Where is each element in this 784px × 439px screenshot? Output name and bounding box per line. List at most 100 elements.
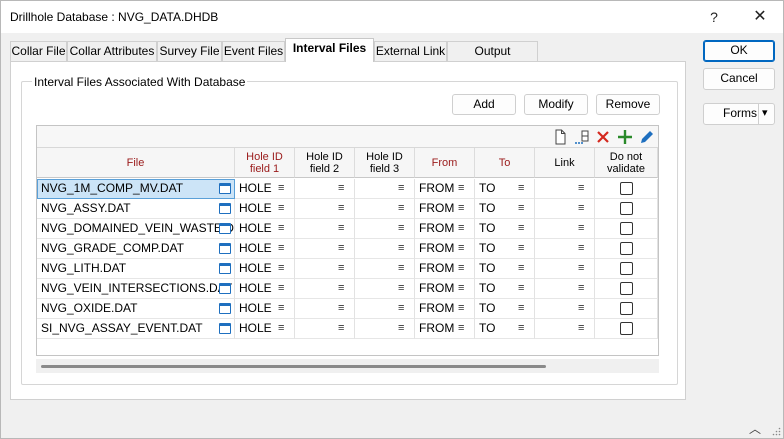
column-header-hole-id-3[interactable]: Hole ID field 3 [355, 148, 415, 178]
delete-icon[interactable] [594, 128, 612, 146]
field-menu-icon[interactable]: ≡ [518, 239, 524, 258]
hole-id-2-cell[interactable]: ≡ [295, 299, 355, 319]
tab-external-link[interactable]: External Link [374, 41, 447, 62]
hole-id-1-cell[interactable]: HOLE ≡ [235, 239, 295, 259]
table-row[interactable]: NVG_OXIDE.DAT HOLE ≡ ≡ ≡ FROM ≡ TO ≡ ≡ [37, 299, 658, 319]
field-menu-icon[interactable]: ≡ [338, 299, 344, 318]
hole-id-3-cell[interactable]: ≡ [355, 259, 415, 279]
from-cell[interactable]: FROM ≡ [415, 319, 475, 339]
field-menu-icon[interactable]: ≡ [398, 279, 404, 298]
from-cell[interactable]: FROM ≡ [415, 219, 475, 239]
hole-id-2-cell[interactable]: ≡ [295, 259, 355, 279]
field-menu-icon[interactable]: ≡ [338, 259, 344, 278]
table-row[interactable]: NVG_LITH.DAT HOLE ≡ ≡ ≡ FROM ≡ TO ≡ ≡ [37, 259, 658, 279]
field-menu-icon[interactable]: ≡ [398, 299, 404, 318]
browse-file-icon[interactable] [219, 283, 231, 294]
from-cell[interactable]: FROM ≡ [415, 299, 475, 319]
to-cell[interactable]: TO ≡ [475, 299, 535, 319]
hole-id-2-cell[interactable]: ≡ [295, 219, 355, 239]
link-cell[interactable]: ≡ [535, 179, 595, 199]
hole-id-1-cell[interactable]: HOLE ≡ [235, 279, 295, 299]
hole-id-1-cell[interactable]: HOLE ≡ [235, 299, 295, 319]
field-menu-icon[interactable]: ≡ [458, 179, 464, 198]
hole-id-3-cell[interactable]: ≡ [355, 219, 415, 239]
field-menu-icon[interactable]: ≡ [578, 219, 584, 238]
hole-id-1-cell[interactable]: HOLE ≡ [235, 179, 295, 199]
table-row[interactable]: NVG_VEIN_INTERSECTIONS.DAT HOLE ≡ ≡ ≡ FROM ≡ TO… [37, 279, 658, 299]
ok-button[interactable]: OK [703, 40, 775, 62]
to-cell[interactable]: TO ≡ [475, 179, 535, 199]
to-cell[interactable]: TO ≡ [475, 319, 535, 339]
browse-file-icon[interactable] [219, 183, 231, 194]
hole-id-1-cell[interactable]: HOLE ≡ [235, 319, 295, 339]
column-header-file[interactable]: File [37, 148, 235, 178]
field-menu-icon[interactable]: ≡ [518, 299, 524, 318]
link-cell[interactable]: ≡ [535, 219, 595, 239]
field-menu-icon[interactable]: ≡ [278, 179, 284, 198]
from-cell[interactable]: FROM ≡ [415, 259, 475, 279]
field-menu-icon[interactable]: ≡ [578, 179, 584, 198]
do-not-validate-cell[interactable] [595, 239, 658, 259]
forms-button[interactable]: Forms ▾ [703, 103, 775, 125]
hole-id-3-cell[interactable]: ≡ [355, 319, 415, 339]
field-menu-icon[interactable]: ≡ [458, 199, 464, 218]
field-menu-icon[interactable]: ≡ [338, 199, 344, 218]
field-menu-icon[interactable]: ≡ [458, 219, 464, 238]
link-cell[interactable]: ≡ [535, 239, 595, 259]
field-menu-icon[interactable]: ≡ [518, 259, 524, 278]
from-cell[interactable]: FROM ≡ [415, 279, 475, 299]
field-menu-icon[interactable]: ≡ [398, 239, 404, 258]
field-menu-icon[interactable]: ≡ [458, 259, 464, 278]
field-menu-icon[interactable]: ≡ [278, 299, 284, 318]
modify-button[interactable]: Modify [524, 94, 588, 115]
table-row[interactable]: NVG_DOMAINED_VEIN_WASTE.D HOLE ≡ ≡ ≡ FROM ≡ TO ≡… [37, 219, 658, 239]
to-cell[interactable]: TO ≡ [475, 279, 535, 299]
field-menu-icon[interactable]: ≡ [458, 299, 464, 318]
file-cell[interactable]: NVG_GRADE_COMP.DAT [37, 239, 235, 259]
do-not-validate-cell[interactable] [595, 259, 658, 279]
hole-id-1-cell[interactable]: HOLE ≡ [235, 219, 295, 239]
insert-row-icon[interactable] [573, 128, 591, 146]
link-cell[interactable]: ≡ [535, 279, 595, 299]
file-cell[interactable]: NVG_DOMAINED_VEIN_WASTE.D [37, 219, 235, 239]
do-not-validate-checkbox[interactable] [620, 302, 633, 315]
tab-output-database[interactable]: Output Database [447, 41, 538, 77]
field-menu-icon[interactable]: ≡ [578, 239, 584, 258]
hole-id-2-cell[interactable]: ≡ [295, 319, 355, 339]
resize-grip-icon[interactable] [772, 427, 781, 436]
field-menu-icon[interactable]: ≡ [338, 219, 344, 238]
do-not-validate-cell[interactable] [595, 219, 658, 239]
field-menu-icon[interactable]: ≡ [458, 239, 464, 258]
hole-id-2-cell[interactable]: ≡ [295, 239, 355, 259]
help-button[interactable]: ? [691, 1, 737, 33]
hole-id-2-cell[interactable]: ≡ [295, 279, 355, 299]
edit-icon[interactable] [638, 128, 656, 146]
do-not-validate-checkbox[interactable] [620, 282, 633, 295]
do-not-validate-cell[interactable] [595, 319, 658, 339]
field-menu-icon[interactable]: ≡ [398, 219, 404, 238]
tab-event-files[interactable]: Event Files [222, 41, 285, 62]
field-menu-icon[interactable]: ≡ [578, 199, 584, 218]
do-not-validate-checkbox[interactable] [620, 322, 633, 335]
do-not-validate-checkbox[interactable] [620, 202, 633, 215]
do-not-validate-checkbox[interactable] [620, 262, 633, 275]
browse-file-icon[interactable] [219, 323, 231, 334]
hole-id-3-cell[interactable]: ≡ [355, 299, 415, 319]
field-menu-icon[interactable]: ≡ [278, 199, 284, 218]
table-row[interactable]: NVG_ASSY.DAT HOLE ≡ ≡ ≡ FROM ≡ TO ≡ ≡ [37, 199, 658, 219]
to-cell[interactable]: TO ≡ [475, 259, 535, 279]
tab-collar-attributes[interactable]: Collar Attributes [67, 41, 157, 62]
field-menu-icon[interactable]: ≡ [398, 199, 404, 218]
file-cell[interactable]: NVG_VEIN_INTERSECTIONS.DAT [37, 279, 235, 299]
hole-id-1-cell[interactable]: HOLE ≡ [235, 199, 295, 219]
to-cell[interactable]: TO ≡ [475, 219, 535, 239]
file-cell[interactable]: NVG_1M_COMP_MV.DAT [37, 179, 235, 199]
field-menu-icon[interactable]: ≡ [578, 279, 584, 298]
browse-file-icon[interactable] [219, 243, 231, 254]
field-menu-icon[interactable]: ≡ [278, 279, 284, 298]
browse-file-icon[interactable] [219, 263, 231, 274]
hole-id-3-cell[interactable]: ≡ [355, 199, 415, 219]
add-button[interactable]: Add [452, 94, 516, 115]
to-cell[interactable]: TO ≡ [475, 199, 535, 219]
field-menu-icon[interactable]: ≡ [278, 259, 284, 278]
